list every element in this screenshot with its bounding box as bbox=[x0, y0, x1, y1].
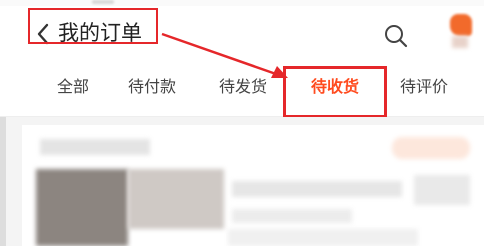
order-card[interactable] bbox=[22, 125, 484, 246]
app-header: 我的订单 bbox=[0, 6, 484, 62]
blurred-status-badge bbox=[392, 137, 470, 159]
status-bar-blurred-item bbox=[92, 0, 114, 4]
order-status-tabs: 全部 待付款 待发货 待收货 待评价 bbox=[0, 62, 484, 117]
blurred-product-price bbox=[414, 175, 470, 205]
tab-to-review[interactable]: 待评价 bbox=[400, 75, 448, 99]
avatar[interactable] bbox=[446, 12, 474, 56]
order-list bbox=[0, 117, 484, 246]
blurred-product-image-detail bbox=[128, 169, 224, 229]
tab-to-receive[interactable]: 待收货 bbox=[311, 75, 359, 99]
content-left-edge bbox=[0, 117, 6, 246]
blurred-product-title bbox=[232, 181, 402, 197]
blurred-product-image bbox=[36, 169, 128, 246]
page-title: 我的订单 bbox=[58, 21, 142, 45]
tab-unpaid[interactable]: 待付款 bbox=[128, 75, 176, 99]
blurred-product-footer bbox=[228, 229, 418, 246]
blurred-shop-name bbox=[40, 139, 150, 155]
tab-unshipped[interactable]: 待发货 bbox=[219, 75, 267, 99]
search-icon[interactable] bbox=[383, 23, 409, 49]
blurred-product-spec bbox=[232, 209, 352, 223]
tab-all[interactable]: 全部 bbox=[57, 75, 89, 99]
chevron-left-icon[interactable] bbox=[34, 22, 52, 46]
